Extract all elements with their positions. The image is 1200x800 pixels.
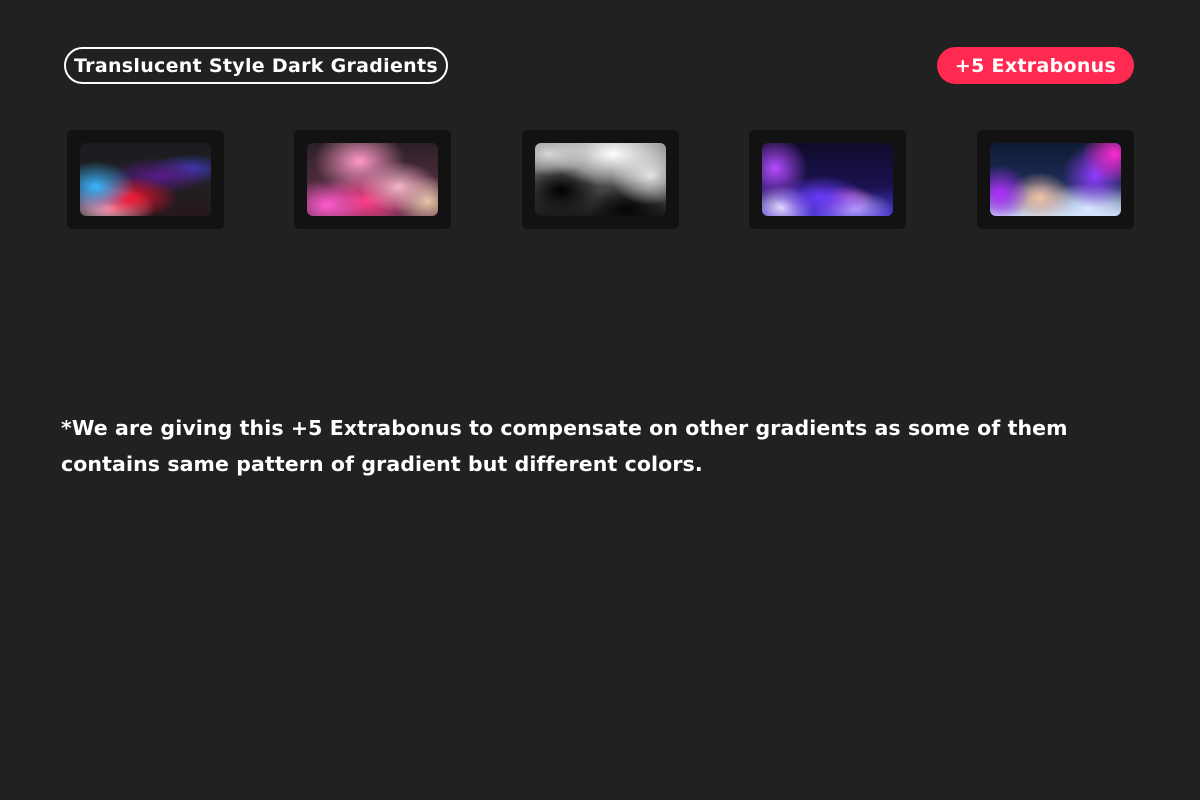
gradient-preview-image bbox=[80, 143, 211, 216]
extrabonus-text: +5 Extrabonus bbox=[954, 54, 1117, 77]
gradient-preview-image bbox=[762, 143, 893, 216]
gradient-thumbnail-2 bbox=[294, 130, 451, 229]
bonus-note: *We are giving this +5 Extrabonus to com… bbox=[61, 416, 1068, 476]
gradient-thumbnail-3 bbox=[522, 130, 679, 229]
title-badge: Translucent Style Dark Gradients bbox=[64, 47, 448, 84]
gradient-preview-image bbox=[990, 143, 1121, 216]
gradient-preview-image bbox=[535, 143, 666, 216]
gradient-thumbnail-5 bbox=[977, 130, 1134, 229]
gradient-preview-image bbox=[307, 143, 438, 216]
gradient-thumbnail-1 bbox=[67, 130, 224, 229]
extrabonus-badge: +5 Extrabonus bbox=[937, 47, 1134, 84]
title-text: Translucent Style Dark Gradients bbox=[74, 54, 438, 77]
gradient-thumbnail-4 bbox=[749, 130, 906, 229]
page: Translucent Style Dark Gradients +5 Extr… bbox=[0, 0, 1200, 800]
